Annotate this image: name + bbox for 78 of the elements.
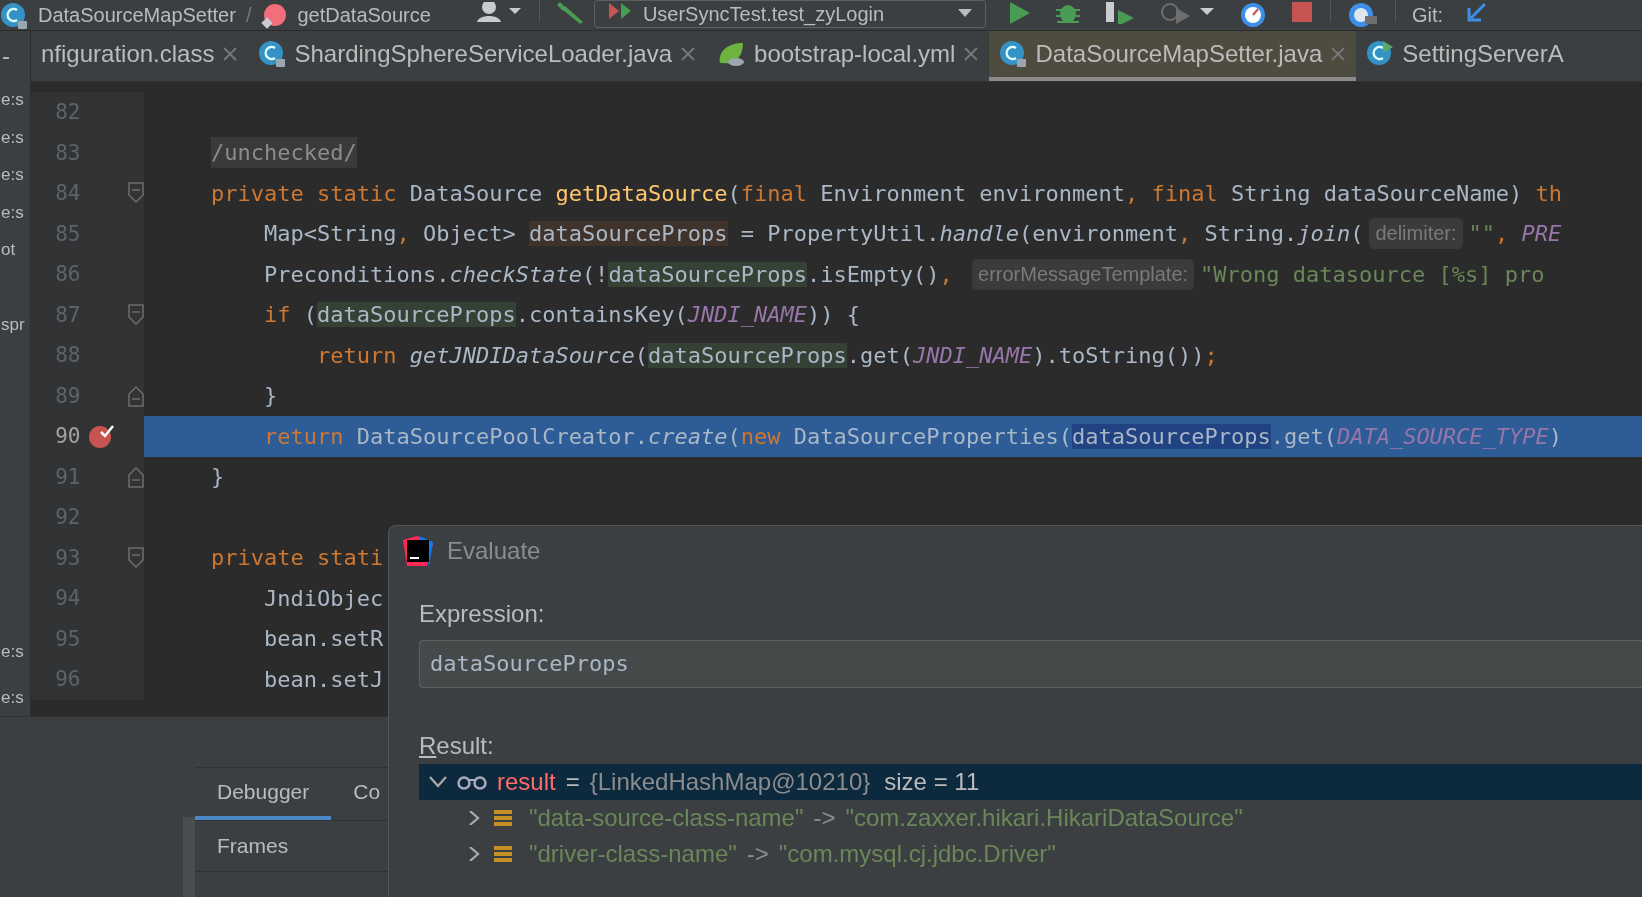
- stop-icon[interactable]: [1289, 2, 1314, 24]
- variable-value: {LinkedHashMap@10210}: [589, 768, 871, 796]
- inlay-hint: errorMessageTemplate:: [972, 258, 1195, 290]
- chevron-icon[interactable]: [429, 775, 447, 789]
- code-text: bean.setR: [262, 626, 384, 652]
- close-icon[interactable]: [680, 46, 697, 62]
- project-tree-item[interactable]: e:s: [0, 81, 30, 119]
- size-text: size = 11: [884, 768, 980, 796]
- fold-marker-icon[interactable]: [128, 182, 144, 205]
- class-icon: [1366, 40, 1395, 68]
- code-text: Preconditions.checkState(!dataSourceProps.isEmpty(),: [262, 261, 954, 287]
- collapse-button[interactable]: -: [0, 31, 30, 81]
- code-text: return DataSourcePoolCreator.create(new DataSourceProperties(dataSourceProps.get(DATA_SOURCE_TYPE): [262, 423, 1563, 449]
- scrollbar[interactable]: [183, 817, 195, 897]
- glasses-icon: [457, 774, 487, 790]
- class-icon: [0, 2, 28, 30]
- editor-tab[interactable]: SettingServerA: [1356, 31, 1574, 81]
- operator: ->: [746, 840, 769, 868]
- list-icon: [493, 845, 513, 863]
- map-key: "driver-class-name": [529, 840, 737, 868]
- breadcrumb-separator: /: [245, 3, 252, 28]
- code-text: return getJNDIDataSource(dataSourceProps.get(JNDI_NAME).toString());: [315, 342, 1218, 368]
- code-text: "", PRE: [1468, 221, 1562, 247]
- tree-row[interactable]: "driver-class-name" -> "com.mysql.cj.jdbc.Driver": [419, 836, 1642, 872]
- code-text: }: [211, 464, 225, 490]
- editor-tab[interactable]: nfiguration.class: [31, 31, 249, 81]
- profiler-icon[interactable]: [1159, 2, 1216, 24]
- project-tree-item[interactable]: ot: [0, 231, 30, 269]
- close-icon[interactable]: [1330, 46, 1347, 62]
- run-config-selector[interactable]: UserSyncTest.test_zyLogin: [593, 0, 986, 28]
- project-tree-item[interactable]: e:s: [0, 633, 30, 671]
- close-icon[interactable]: [222, 46, 239, 62]
- code-text: Map<String, Object> dataSourceProps = PropertyUtil.handle(environment, String.join(: [262, 221, 1364, 247]
- folded-comment[interactable]: /unchecked/: [211, 137, 357, 169]
- close-icon[interactable]: [963, 46, 980, 62]
- project-tree-item[interactable]: e:s: [0, 118, 30, 156]
- editor-tab[interactable]: bootstrap-local.yml: [706, 31, 990, 81]
- git-label: Git:: [1411, 2, 1443, 28]
- line-number: 90: [54, 424, 81, 449]
- method-icon: [261, 3, 288, 29]
- tree-row[interactable]: result = {LinkedHashMap@10210} size = 11: [419, 764, 1642, 800]
- class-icon: [258, 40, 287, 68]
- code-text: private stati: [211, 545, 384, 571]
- project-tree-item[interactable]: e:s: [0, 678, 30, 716]
- bug-icon[interactable]: [1053, 2, 1082, 24]
- code-text: }: [262, 383, 278, 409]
- class-icon: [999, 40, 1028, 68]
- inlay-hint: delimiter:: [1369, 218, 1463, 250]
- code-text: "Wrong datasource [%s] pro: [1200, 261, 1545, 287]
- user-icon[interactable]: [474, 2, 523, 24]
- project-tree-item[interactable]: e:s: [0, 156, 30, 194]
- code-text: if (dataSourceProps.containsKey(JNDI_NAME)) {: [262, 302, 861, 328]
- operator: =: [565, 768, 580, 796]
- project-tree-item[interactable]: spr: [0, 305, 30, 343]
- fold-marker-icon[interactable]: [128, 303, 144, 326]
- variable-name: result: [497, 768, 556, 796]
- breadcrumb-item[interactable]: DataSourceMapSetter: [0, 0, 236, 30]
- list-icon: [493, 809, 513, 827]
- field-label: Expression:: [419, 600, 546, 628]
- expression-field[interactable]: dataSourceProps: [419, 640, 1642, 688]
- code-text: bean.setJ: [262, 666, 384, 692]
- project-tree-item[interactable]: e:s: [0, 193, 30, 231]
- code-text: JndiObjec: [262, 585, 384, 611]
- breadcrumb-item[interactable]: getDataSource: [261, 0, 431, 30]
- fold-marker-icon[interactable]: [128, 384, 144, 407]
- field-label: Result:: [419, 732, 495, 760]
- dialog-title: Evaluate: [447, 537, 541, 565]
- map-value: "com.mysql.cj.jdbc.Driver": [778, 840, 1056, 868]
- code-text: private static DataSource getDataSource(final Environment environment, final String dataSourceName) th: [211, 180, 1563, 206]
- debug-tab[interactable]: Co: [331, 768, 403, 820]
- debug-tab[interactable]: Debugger: [195, 768, 332, 820]
- app-logo-icon: [403, 536, 433, 566]
- fold-marker-icon[interactable]: [128, 465, 144, 488]
- arrow-icon[interactable]: [1465, 2, 1489, 24]
- fold-marker-icon[interactable]: [128, 546, 144, 569]
- breakpoint-icon[interactable]: [88, 423, 115, 450]
- editor-tab[interactable]: ShardingSphereServiceLoader.java: [248, 31, 707, 81]
- editor-tab[interactable]: DataSourceMapSetter.java: [989, 31, 1357, 81]
